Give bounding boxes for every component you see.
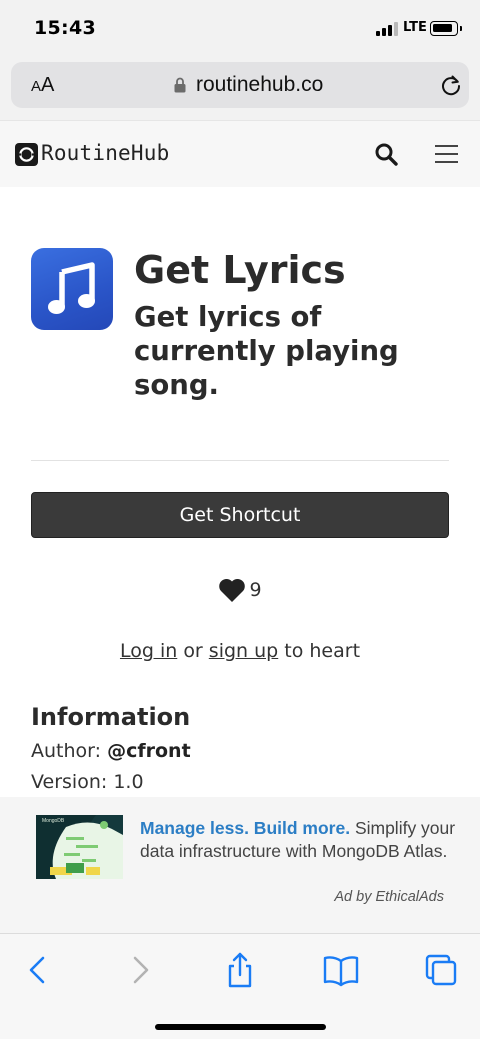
text-size-small: A <box>31 78 42 95</box>
or-text: or <box>183 640 203 662</box>
heart-count: 9 <box>249 579 262 601</box>
url-text[interactable]: routinehub.co <box>196 73 323 97</box>
search-icon[interactable] <box>374 142 398 166</box>
author-line: Author: @cfront <box>31 740 191 762</box>
divider <box>31 460 449 461</box>
share-icon[interactable] <box>220 952 260 988</box>
site-header: RoutineHub <box>0 120 480 187</box>
version-value: 1.0 <box>113 771 144 793</box>
to-heart-text: to heart <box>284 640 361 662</box>
back-icon[interactable] <box>18 952 58 988</box>
ad-credit[interactable]: Ad by EthicalAds <box>334 889 444 905</box>
signup-link[interactable]: sign up <box>209 640 278 662</box>
shortcut-title: Get Lyrics <box>134 248 346 292</box>
battery-icon <box>430 21 462 36</box>
ad-headline[interactable]: Manage less. Build more. <box>140 818 350 838</box>
information-heading: Information <box>31 703 191 731</box>
text-size-big: A <box>41 74 55 96</box>
address-bar[interactable]: AA routinehub.co <box>11 62 469 108</box>
routinehub-logo-icon[interactable] <box>15 143 38 166</box>
ad-panel[interactable]: MongoDB Manage less. Build more. Simplif… <box>0 797 480 933</box>
signal-strength-icon <box>376 22 400 36</box>
lock-icon <box>174 77 186 93</box>
menu-icon[interactable] <box>435 145 458 163</box>
ad-image-label: MongoDB <box>42 818 65 824</box>
music-note-icon <box>48 262 95 314</box>
shortcut-subtitle: Get lyrics of currently playing song. <box>134 301 399 401</box>
shortcut-app-icon <box>31 248 113 330</box>
status-time: 15:43 <box>34 17 96 39</box>
forward-icon[interactable] <box>120 952 160 988</box>
browser-toolbar <box>0 933 480 1039</box>
ad-illustration <box>36 815 123 879</box>
ad-text[interactable]: Manage less. Build more. Simplify your d… <box>140 817 460 863</box>
network-type: LTE <box>403 20 427 35</box>
heart-counter: 9 <box>0 577 480 607</box>
get-shortcut-button[interactable]: Get Shortcut <box>31 492 449 538</box>
tabs-icon[interactable] <box>422 952 462 988</box>
author-value[interactable]: @cfront <box>107 740 191 762</box>
browser-address-area: AA routinehub.co <box>0 58 480 120</box>
login-link[interactable]: Log in <box>120 640 177 662</box>
version-line: Version: 1.0 <box>31 771 144 793</box>
heart-icon[interactable] <box>218 577 246 603</box>
version-label: Version: <box>31 771 108 793</box>
author-label: Author: <box>31 740 102 762</box>
ad-image[interactable]: MongoDB <box>36 815 123 879</box>
brand-name[interactable]: RoutineHub <box>41 141 169 165</box>
reload-icon[interactable] <box>440 74 462 96</box>
text-size-button[interactable]: AA <box>31 74 54 97</box>
bookmarks-icon[interactable] <box>321 952 361 988</box>
login-prompt: Log in or sign up to heart <box>0 640 480 662</box>
status-bar: 15:43 LTE <box>0 0 480 58</box>
home-indicator[interactable] <box>155 1024 326 1030</box>
